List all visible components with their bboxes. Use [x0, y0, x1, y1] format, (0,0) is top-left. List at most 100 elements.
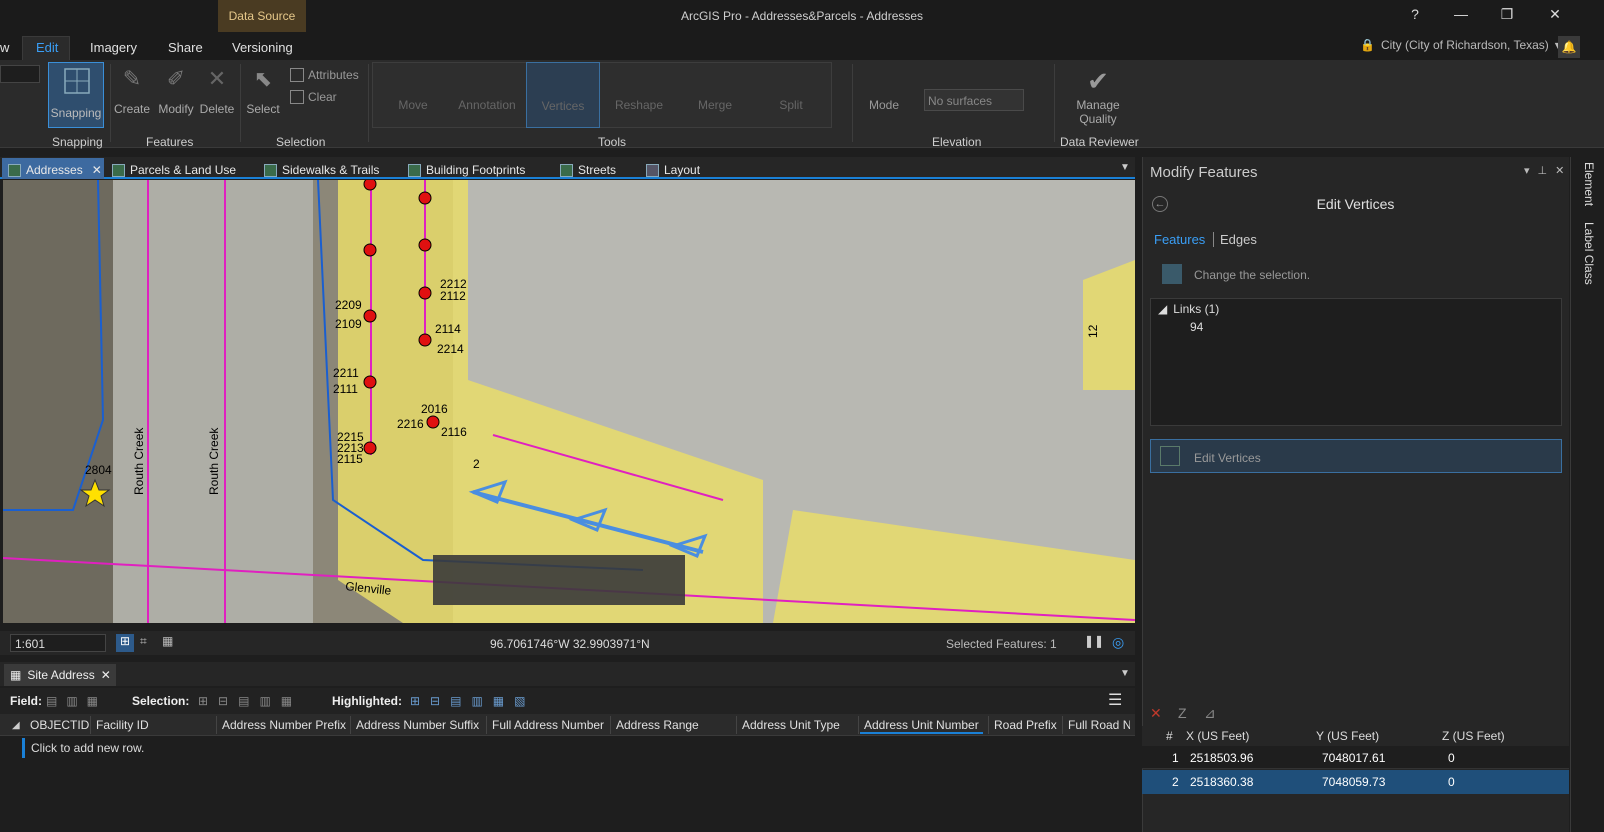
- tab-versioning[interactable]: Versioning: [232, 40, 293, 55]
- annotation-tool-button[interactable]: Annotation: [450, 98, 524, 112]
- tab-streets[interactable]: Streets: [560, 161, 616, 179]
- tree-node-feature[interactable]: 94: [1190, 320, 1203, 334]
- vertex-cell[interactable]: 0: [1448, 751, 1455, 765]
- edit-minitoolbar[interactable]: [433, 555, 685, 605]
- minimize-button[interactable]: —: [1446, 6, 1476, 26]
- select-all-corner-icon[interactable]: ◢: [12, 720, 20, 731]
- column-header[interactable]: Full Road Na: [1068, 718, 1130, 732]
- merge-tool-button[interactable]: Merge: [678, 98, 752, 112]
- vertices-tool-button[interactable]: Vertices: [526, 62, 600, 128]
- tree-node-links[interactable]: ◢ Links (1): [1158, 302, 1219, 316]
- add-new-row[interactable]: Click to add new row.: [22, 738, 1134, 758]
- column-header[interactable]: Address Number Suffix: [356, 718, 479, 732]
- notifications-bell-icon[interactable]: 🔔: [1558, 36, 1580, 58]
- address-point[interactable]: [418, 191, 432, 205]
- split-tool-button[interactable]: Split: [754, 98, 828, 112]
- pane-controls-icons[interactable]: ▾⊥✕: [1524, 164, 1572, 177]
- table-icon: ▦: [10, 668, 22, 682]
- divider: [988, 716, 989, 734]
- move-tool-button[interactable]: Move: [384, 98, 442, 112]
- address-point[interactable]: [363, 243, 377, 257]
- select-button[interactable]: ⬉ Select: [244, 66, 282, 116]
- close-button[interactable]: ✕: [1540, 6, 1570, 26]
- column-header[interactable]: OBJECTID: [30, 718, 89, 732]
- tab-layout[interactable]: Layout: [646, 161, 700, 179]
- mode-button[interactable]: Mode: [862, 98, 906, 112]
- create-button[interactable]: ✎ Create: [114, 66, 150, 116]
- tab-imagery[interactable]: Imagery: [90, 40, 137, 55]
- close-tab-icon[interactable]: ✕: [92, 163, 102, 177]
- tab-layout-label: Layout: [664, 163, 701, 177]
- help-button[interactable]: ?: [1400, 6, 1430, 26]
- tab-parcels[interactable]: Parcels & Land Use: [112, 161, 236, 179]
- pause-icon[interactable]: ❚❚: [1084, 634, 1104, 648]
- clear-button[interactable]: Clear: [290, 90, 337, 104]
- tab-edit[interactable]: Edit: [36, 40, 58, 55]
- vertex-cell[interactable]: 7048017.61: [1322, 751, 1385, 765]
- address-point[interactable]: [418, 333, 432, 347]
- highlighted-tools-icons[interactable]: ⊞⊟▤▥▦▧: [410, 694, 535, 708]
- address-point[interactable]: [363, 180, 377, 191]
- snapping-button[interactable]: Snapping: [48, 62, 104, 128]
- map-view[interactable]: Routh Creek Routh Creek Glenville 2804 2…: [3, 180, 1135, 623]
- surface-dropdown[interactable]: No surfaces: [924, 89, 1024, 111]
- tab-site-address[interactable]: ▦ Site Address ✕: [4, 664, 116, 686]
- vertex-cell[interactable]: 7048059.73: [1322, 775, 1385, 789]
- tab-addresses[interactable]: Addresses ✕: [8, 161, 102, 179]
- column-header[interactable]: Road Prefix: [994, 718, 1057, 732]
- selection-tools-icons[interactable]: ⊞⊟▤▥▦: [198, 694, 302, 708]
- address-point[interactable]: [426, 415, 440, 429]
- column-header[interactable]: Address Range: [616, 718, 699, 732]
- column-header[interactable]: Full Address Number: [492, 718, 604, 732]
- address-point[interactable]: [363, 375, 377, 389]
- modify-button[interactable]: ✐ Modify: [156, 66, 196, 116]
- navigator-icon[interactable]: ⌗: [140, 634, 147, 649]
- restore-button[interactable]: ❐: [1492, 6, 1522, 26]
- vertex-options-icon[interactable]: ⊿: [1204, 705, 1216, 722]
- tab-buildings[interactable]: Building Footprints: [408, 161, 525, 179]
- refresh-icon[interactable]: ◎: [1112, 634, 1124, 651]
- column-header[interactable]: Address Unit Type: [742, 718, 840, 732]
- side-tab-label-class[interactable]: Label Class: [1582, 222, 1596, 285]
- tab-menu-chevron-icon[interactable]: ▼: [1120, 162, 1130, 173]
- reshape-tool-button[interactable]: Reshape: [602, 98, 676, 112]
- table-grid-icon[interactable]: ▦: [162, 634, 173, 648]
- address-point[interactable]: [418, 238, 432, 252]
- tab-share[interactable]: Share: [168, 40, 203, 55]
- tab-sidewalks[interactable]: Sidewalks & Trails: [264, 161, 379, 179]
- attributes-button[interactable]: Attributes: [290, 68, 359, 82]
- column-header[interactable]: Facility ID: [96, 718, 149, 732]
- close-tab-icon[interactable]: ✕: [101, 668, 111, 682]
- column-header[interactable]: Address Unit Number: [860, 718, 983, 734]
- vertex-cell[interactable]: 2518503.96: [1190, 751, 1253, 765]
- select-features-icon[interactable]: [1162, 264, 1182, 284]
- selected-features-count[interactable]: Selected Features: 1: [946, 637, 1057, 651]
- address-point[interactable]: [363, 309, 377, 323]
- scale-dropdown[interactable]: 1:601: [10, 634, 106, 652]
- map-icon: [560, 163, 573, 177]
- tab-view[interactable]: w: [0, 40, 9, 55]
- table-menu-icon[interactable]: ☰: [1108, 690, 1122, 710]
- vertex-cell[interactable]: 2518360.38: [1190, 775, 1253, 789]
- layer-combo[interactable]: [0, 65, 40, 83]
- collapse-triangle-icon[interactable]: ◢: [1158, 302, 1167, 316]
- coordinate-readout: 96.7061746°W 32.9903971°N: [490, 637, 650, 651]
- map-icon: [264, 163, 277, 177]
- vertex-cell[interactable]: 0: [1448, 775, 1455, 789]
- delete-button[interactable]: ✕ Delete: [198, 66, 236, 116]
- z-value-icon[interactable]: Z: [1178, 705, 1187, 721]
- side-tab-element[interactable]: Element: [1582, 162, 1596, 206]
- address-point[interactable]: [418, 286, 432, 300]
- tab-edges[interactable]: Edges: [1213, 232, 1257, 247]
- table-menu-chevron-icon[interactable]: ▼: [1120, 668, 1130, 679]
- manage-quality-button[interactable]: ✔ Manage Quality: [1066, 66, 1130, 126]
- tab-features[interactable]: Features: [1154, 232, 1205, 247]
- delete-vertex-icon[interactable]: ✕: [1150, 705, 1162, 722]
- field-tools-icons[interactable]: ▤▥▦: [46, 694, 107, 708]
- divider: [736, 716, 737, 734]
- address-point[interactable]: [363, 441, 377, 455]
- portal-signin[interactable]: 🔒 City (City of Richardson, Texas) ▾: [1360, 38, 1561, 52]
- address-label: 2211: [333, 366, 359, 380]
- grid-snap-icon[interactable]: ⊞: [116, 634, 134, 652]
- column-header[interactable]: Address Number Prefix: [222, 718, 346, 732]
